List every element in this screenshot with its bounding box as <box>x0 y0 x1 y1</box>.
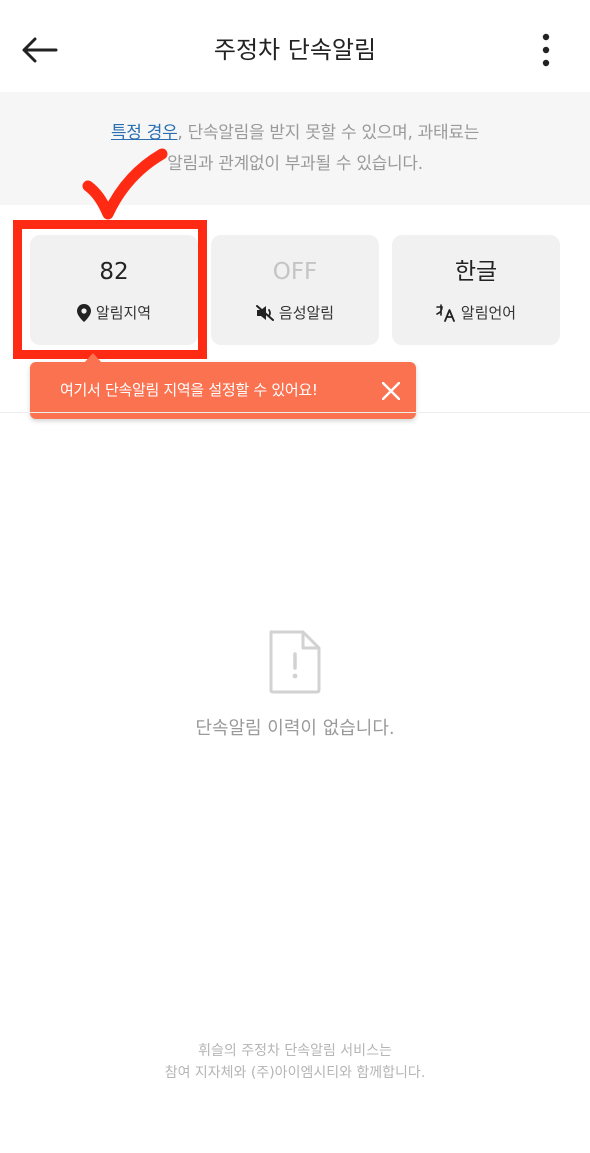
speaker-mute-icon <box>255 305 274 321</box>
special-case-link[interactable]: 특정 경우 <box>111 123 178 143</box>
tooltip-text: 여기서 단속알림 지역을 설정할 수 있어요! <box>60 381 318 399</box>
voice-alert-label: 음성알림 <box>278 304 335 322</box>
notice-line2: 알림과 관계없이 부과될 수 있습니다. <box>167 153 423 174</box>
voice-alert-label-row: 음성알림 <box>211 303 379 323</box>
more-options-button[interactable] <box>532 30 560 70</box>
close-icon <box>382 382 400 400</box>
footer-text: 휘슬의 주정차 단속알림 서비스는 참여 지자체와 (주)아이엠시티와 함께합니… <box>0 1040 590 1084</box>
highlight-box <box>13 220 207 359</box>
empty-state-text: 단속알림 이력이 없습니다. <box>195 718 395 739</box>
more-vertical-icon <box>542 33 550 67</box>
alert-language-label-row: 알림언어 <box>392 303 560 323</box>
tooltip-close-button[interactable] <box>376 376 406 406</box>
page-title: 주정차 단속알림 <box>213 36 377 64</box>
region-tooltip: 여기서 단속알림 지역을 설정할 수 있어요! <box>30 353 416 419</box>
alert-language-value: 한글 <box>454 259 498 285</box>
translate-icon <box>436 304 455 322</box>
checkmark-icon <box>82 148 168 220</box>
alert-language-card[interactable]: 한글 알림언어 <box>392 235 560 345</box>
app-header: 주정차 단속알림 <box>0 0 590 92</box>
voice-alert-card[interactable]: OFF 음성알림 <box>211 235 379 345</box>
notice-line1: , 단속알림을 받지 못할 수 있으며, 과태료는 <box>177 122 480 143</box>
footer-line1: 휘슬의 주정차 단속알림 서비스는 <box>198 1043 392 1059</box>
section-divider <box>0 412 590 413</box>
alert-language-label: 알림언어 <box>460 304 517 322</box>
file-alert-icon <box>269 630 321 694</box>
voice-alert-value: OFF <box>272 259 318 285</box>
footer-line2: 참여 지자체와 (주)아이엠시티와 함께합니다. <box>164 1065 426 1081</box>
